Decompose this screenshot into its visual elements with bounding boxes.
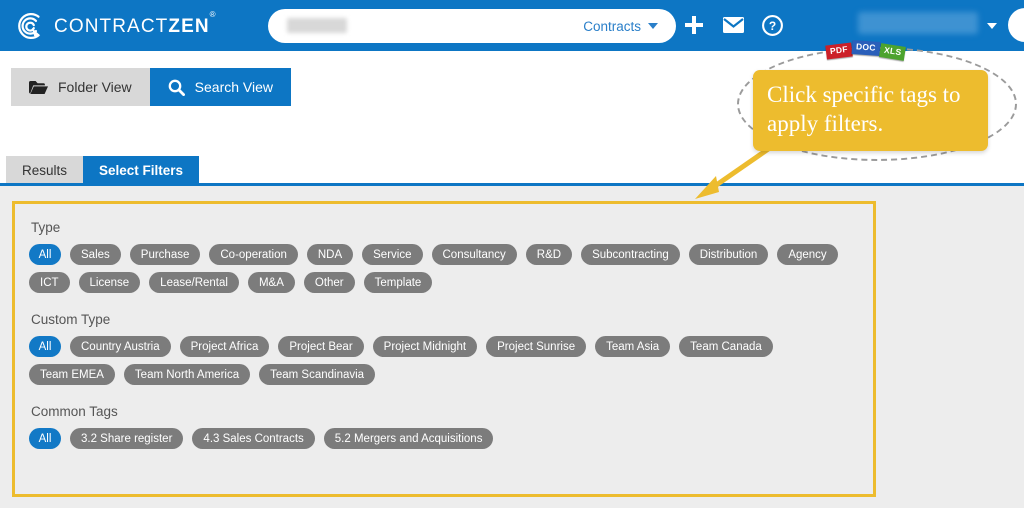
xls-badge: XLS — [878, 43, 907, 61]
brand-logo[interactable]: CONTRACTZEN® — [13, 9, 217, 43]
filter-tag-custom-type-3[interactable]: Project Bear — [278, 336, 364, 357]
svg-text:?: ? — [769, 19, 776, 33]
filter-tag-custom-type-1[interactable]: Country Austria — [70, 336, 171, 357]
filter-tag-custom-type-6[interactable]: Team Asia — [595, 336, 671, 357]
question-circle-icon[interactable]: ? — [762, 14, 783, 36]
header-action-icons: ? — [683, 14, 783, 36]
search-value-redacted — [287, 18, 347, 33]
filter-tag-row-custom-type: All Country Austria Project Africa Project … — [29, 336, 859, 385]
filter-tabs: Results Select Filters — [0, 154, 1024, 185]
filter-tag-type-13[interactable]: Lease/Rental — [149, 272, 239, 293]
annotation-callout: Click specific tags to apply filters. — [753, 70, 988, 151]
brand-primary: CONTRACT — [54, 15, 169, 37]
filter-tag-type-1[interactable]: Sales — [70, 244, 121, 265]
filter-group-common-tags: Common Tags All 3.2 Share register 4.3 Sal… — [29, 404, 859, 449]
filter-tag-common-tags-3[interactable]: 5.2 Mergers and Acquisitions — [323, 428, 494, 449]
filter-tag-type-7[interactable]: R&D — [525, 244, 573, 265]
filter-tag-common-tags-2[interactable]: 4.3 Sales Contracts — [192, 428, 315, 449]
brand-registered: ® — [209, 10, 217, 20]
filter-tag-type-3[interactable]: Co-operation — [209, 244, 298, 265]
filter-tag-common-tags-1[interactable]: 3.2 Share register — [70, 428, 184, 449]
tab-select-filters-label: Select Filters — [99, 163, 184, 178]
search-icon — [168, 79, 185, 96]
search-scope-label: Contracts — [583, 18, 641, 34]
filter-panel: Type All Sales Purchase Co-operation NDA Serv… — [12, 201, 876, 497]
filter-tag-type-10[interactable]: Agency — [777, 244, 838, 265]
filter-tag-custom-type-4[interactable]: Project Midnight — [372, 336, 478, 357]
filter-tag-custom-type-5[interactable]: Project Sunrise — [486, 336, 587, 357]
brand-wordmark: CONTRACTZEN® — [54, 10, 217, 38]
header-right-avatar[interactable] — [1008, 8, 1024, 42]
filter-tag-custom-type-7[interactable]: Team Canada — [679, 336, 773, 357]
filter-group-custom-type: Custom Type All Country Austria Project Af… — [29, 312, 859, 385]
filter-tag-custom-type-2[interactable]: Project Africa — [179, 336, 270, 357]
annotation-callout-text: Click specific tags to apply filters. — [767, 82, 961, 137]
filter-tag-type-16[interactable]: Template — [363, 272, 433, 293]
document-type-badges: PDF DOC XLS — [825, 40, 907, 61]
doc-badge: DOC — [851, 40, 881, 56]
filter-tag-type-8[interactable]: Subcontracting — [581, 244, 680, 265]
filter-group-custom-type-label: Custom Type — [31, 312, 111, 327]
chevron-down-icon[interactable] — [987, 23, 997, 29]
tab-select-filters[interactable]: Select Filters — [83, 156, 200, 185]
envelope-icon[interactable] — [722, 16, 745, 34]
pdf-badge: PDF — [825, 42, 853, 60]
filter-tag-type-6[interactable]: Consultancy — [431, 244, 517, 265]
filter-tag-type-5[interactable]: Service — [362, 244, 423, 265]
chevron-down-icon — [648, 23, 658, 29]
filter-tag-type-0[interactable]: All — [29, 244, 61, 265]
filter-tag-type-12[interactable]: License — [78, 272, 141, 293]
folder-view-label: Folder View — [58, 79, 132, 95]
contractzen-c-logo-icon — [18, 12, 41, 39]
user-menu-redacted[interactable] — [858, 12, 978, 34]
filter-tag-custom-type-8[interactable]: Team EMEA — [29, 364, 115, 385]
filter-tag-common-tags-0[interactable]: All — [29, 428, 61, 449]
filter-tag-type-9[interactable]: Distribution — [688, 244, 769, 265]
filter-tag-custom-type-0[interactable]: All — [29, 336, 61, 357]
filter-tag-custom-type-10[interactable]: Team Scandinavia — [259, 364, 376, 385]
filter-group-type-label: Type — [31, 220, 61, 235]
filter-tag-type-11[interactable]: ICT — [29, 272, 70, 293]
search-bar[interactable]: Contracts — [268, 9, 676, 43]
search-view-label: Search View — [194, 79, 274, 95]
tab-results[interactable]: Results — [6, 156, 84, 185]
filter-tag-type-15[interactable]: Other — [303, 272, 355, 293]
filter-tag-row-common-tags: All 3.2 Share register 4.3 Sales Contracts… — [29, 428, 859, 449]
search-scope-dropdown[interactable]: Contracts — [583, 19, 658, 34]
folder-view-button[interactable]: Folder View — [11, 68, 150, 106]
folder-icon — [29, 80, 48, 94]
filter-tag-type-2[interactable]: Purchase — [129, 244, 201, 265]
view-toggle-group: Folder View Search View — [11, 68, 292, 106]
brand-secondary: ZEN — [168, 15, 210, 37]
filter-tag-row-type: All Sales Purchase Co-operation NDA Service Co… — [29, 244, 859, 293]
filter-group-common-tags-label: Common Tags — [31, 404, 118, 419]
tab-results-label: Results — [22, 163, 68, 178]
plus-icon[interactable] — [683, 14, 705, 36]
app-root: CONTRACTZEN® Contracts ? Folder View Sea… — [0, 0, 1024, 508]
filter-group-type: Type All Sales Purchase Co-operation NDA Serv… — [29, 220, 859, 293]
filter-tag-type-14[interactable]: M&A — [247, 272, 295, 293]
search-view-button[interactable]: Search View — [149, 68, 292, 106]
filter-tag-type-4[interactable]: NDA — [306, 244, 354, 265]
filter-tag-custom-type-9[interactable]: Team North America — [123, 364, 251, 385]
